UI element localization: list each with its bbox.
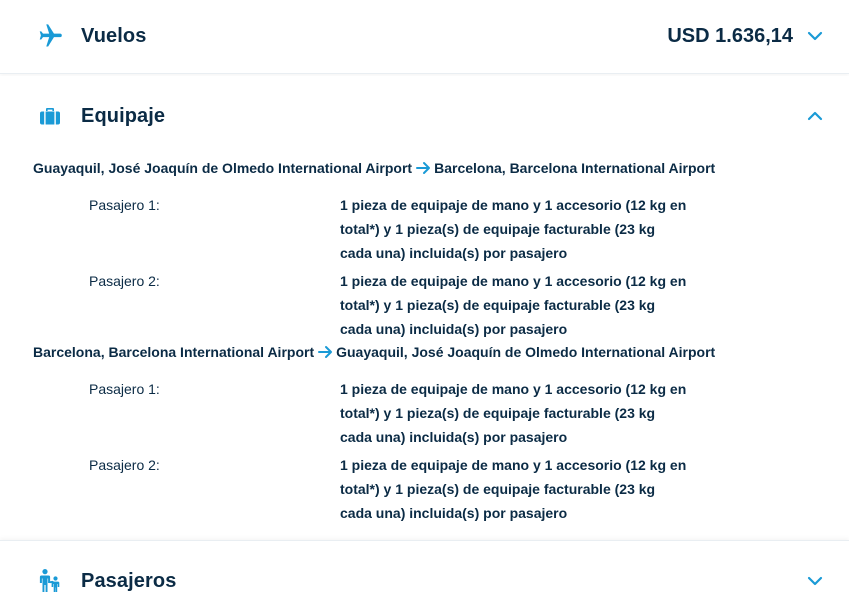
- allowance-line: 1 pieza de equipaje de mano y 1 accesori…: [340, 197, 687, 213]
- route-origin: Guayaquil, José Joaquín de Olmedo Intern…: [33, 160, 413, 176]
- airplane-icon: [36, 22, 64, 50]
- passengers-section[interactable]: Pasajeros: [0, 540, 849, 616]
- allowance-line: 1 pieza de equipaje de mano y 1 accesori…: [340, 457, 687, 473]
- baggage-allowance: 1 pieza de equipaje de mano y 1 accesori…: [340, 269, 700, 341]
- allowance-line: total*) y 1 pieza(s) de equipaje factura…: [340, 221, 656, 237]
- allowance-line: total*) y 1 pieza(s) de equipaje factura…: [340, 405, 656, 421]
- allowance-line: cada una) incluida(s) por pasajero: [340, 429, 568, 445]
- passenger-label: Pasajero 2:: [89, 273, 160, 289]
- baggage-header[interactable]: Equipaje: [0, 96, 849, 136]
- baggage-title: Equipaje: [81, 104, 166, 127]
- route-outbound: Guayaquil, José Joaquín de Olmedo Intern…: [33, 160, 715, 176]
- allowance-line: cada una) incluida(s) por pasajero: [340, 505, 568, 521]
- chevron-down-icon[interactable]: [807, 28, 823, 44]
- baggage-allowance: 1 pieza de equipaje de mano y 1 accesori…: [340, 453, 700, 525]
- allowance-line: total*) y 1 pieza(s) de equipaje factura…: [340, 297, 656, 313]
- arrow-right-icon: [416, 161, 431, 175]
- passenger-label: Pasajero 1:: [89, 197, 160, 213]
- allowance-line: 1 pieza de equipaje de mano y 1 accesori…: [340, 273, 687, 289]
- route-destination: Barcelona, Barcelona International Airpo…: [434, 160, 716, 176]
- route-origin: Barcelona, Barcelona International Airpo…: [33, 344, 315, 360]
- flights-section[interactable]: Vuelos USD 1.636,14: [0, 0, 849, 74]
- route-return: Barcelona, Barcelona International Airpo…: [33, 344, 715, 360]
- baggage-allowance: 1 pieza de equipaje de mano y 1 accesori…: [340, 377, 700, 449]
- family-icon: [36, 567, 64, 595]
- passengers-title: Pasajeros: [81, 569, 177, 592]
- total-price: USD 1.636,14: [667, 24, 793, 47]
- chevron-down-icon[interactable]: [807, 573, 823, 589]
- passenger-label: Pasajero 1:: [89, 381, 160, 397]
- suitcase-icon: [36, 102, 64, 130]
- route-destination: Guayaquil, José Joaquín de Olmedo Intern…: [336, 344, 716, 360]
- allowance-line: cada una) incluida(s) por pasajero: [340, 245, 568, 261]
- allowance-line: total*) y 1 pieza(s) de equipaje factura…: [340, 481, 656, 497]
- allowance-line: cada una) incluida(s) por pasajero: [340, 321, 568, 337]
- arrow-right-icon: [318, 345, 333, 359]
- passenger-label: Pasajero 2:: [89, 457, 160, 473]
- flights-title: Vuelos: [81, 24, 147, 47]
- baggage-section: Equipaje Guayaquil, José Joaquín de Olme…: [0, 76, 849, 538]
- allowance-line: 1 pieza de equipaje de mano y 1 accesori…: [340, 381, 687, 397]
- chevron-up-icon[interactable]: [807, 108, 823, 124]
- baggage-allowance: 1 pieza de equipaje de mano y 1 accesori…: [340, 193, 700, 265]
